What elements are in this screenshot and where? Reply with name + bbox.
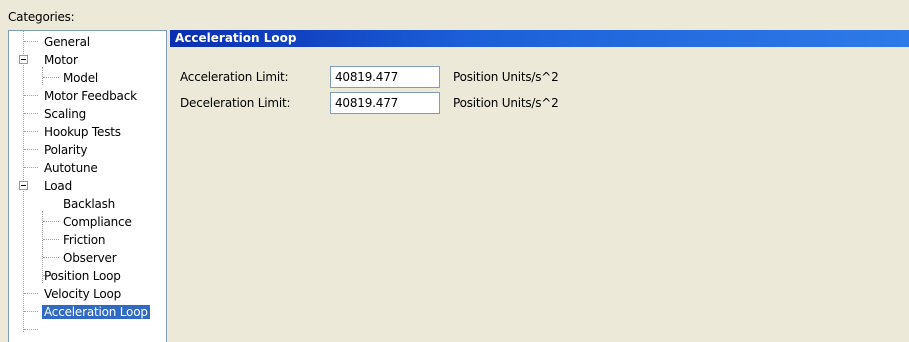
tree-item-label: Friction (63, 233, 106, 247)
tree-item-motor[interactable]: Motor (42, 51, 80, 69)
tree-item-label: Model (63, 71, 99, 85)
tree-item-motor-feedback[interactable]: Motor Feedback (42, 87, 139, 105)
tree-item-acceleration-loop[interactable]: Acceleration Loop (42, 303, 150, 321)
tree-item-label: Backlash (63, 197, 116, 211)
tree-connector (24, 311, 38, 312)
tree-item-general[interactable]: General (42, 33, 92, 51)
tree-item-observer[interactable]: Observer (61, 249, 118, 267)
tree-item-label: Hookup Tests (44, 125, 121, 139)
tree-connector (24, 293, 38, 294)
tree-connector (24, 149, 38, 150)
tree-connector (42, 67, 43, 85)
collapse-load-icon[interactable] (19, 181, 28, 190)
categories-tree[interactable]: General Motor Model Motor Feedback Scali… (8, 30, 167, 342)
tree-item-label: Position Loop (44, 269, 121, 283)
tree-item-label: Autotune (44, 161, 98, 175)
categories-label: Categories: (8, 10, 75, 24)
tree-item-label: Scaling (44, 107, 87, 121)
collapse-motor-icon[interactable] (19, 55, 28, 64)
tree-item-model[interactable]: Model (61, 69, 100, 87)
acceleration-limit-label: Acceleration Limit: (180, 70, 289, 84)
tree-item-label: Acceleration Loop (42, 305, 150, 319)
tree-item-velocity-loop[interactable]: Velocity Loop (42, 285, 123, 303)
tree-item-position-loop[interactable]: Position Loop (42, 267, 123, 285)
panel-title: Acceleration Loop (170, 30, 909, 47)
tree-item-load[interactable]: Load (42, 177, 74, 195)
tree-connector (43, 221, 59, 222)
deceleration-limit-input[interactable] (330, 92, 440, 114)
acceleration-limit-unit: Position Units/s^2 (453, 70, 559, 84)
deceleration-limit-unit: Position Units/s^2 (453, 96, 559, 110)
tree-item-label: Load (44, 179, 72, 193)
tree-item-label: General (44, 35, 90, 49)
tree-item-backlash[interactable]: Backlash (61, 195, 117, 213)
tree-connector (24, 113, 38, 114)
tree-item-friction[interactable]: Friction (61, 231, 107, 249)
tree-item-label: Observer (63, 251, 117, 265)
tree-connector (24, 329, 38, 330)
tree-connector (43, 77, 59, 78)
tree-item-label: Compliance (63, 215, 132, 229)
tree-connector (43, 257, 59, 258)
deceleration-limit-label: Deceleration Limit: (180, 96, 291, 110)
tree-connector (24, 41, 38, 42)
tree-connector (24, 95, 38, 96)
tree-item-label: Velocity Loop (44, 287, 122, 301)
tree-item-label: Motor Feedback (44, 89, 137, 103)
tree-item-polarity[interactable]: Polarity (42, 141, 89, 159)
tree-item-scaling[interactable]: Scaling (42, 105, 88, 123)
tree-item-autotune[interactable]: Autotune (42, 159, 100, 177)
tree-item-hookup-tests[interactable]: Hookup Tests (42, 123, 123, 141)
tree-connector (43, 239, 59, 240)
acceleration-limit-input[interactable] (330, 66, 440, 88)
tree-connector (24, 131, 38, 132)
tree-item-label: Motor (44, 53, 78, 67)
tree-item-label: Polarity (44, 143, 88, 157)
tree-connector (24, 167, 38, 168)
tree-item-compliance[interactable]: Compliance (61, 213, 134, 231)
